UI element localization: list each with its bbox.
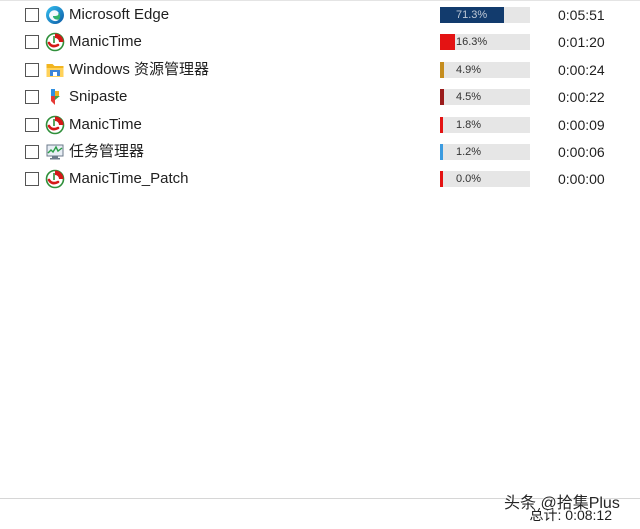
usage-percent: 1.2% [456, 145, 482, 158]
list-item[interactable]: 任务管理器 1.2% 0:00:06 [0, 139, 640, 166]
usage-bar: 1.8% [440, 116, 530, 133]
duration: 0:00:00 [558, 171, 605, 188]
usage-bar-fill [440, 61, 445, 78]
row-checkbox[interactable] [25, 90, 39, 105]
manictime-icon [45, 169, 65, 189]
duration: 0:05:51 [558, 7, 605, 23]
list-item[interactable]: Snipaste 4.5% 0:00:22 [0, 84, 640, 111]
usage-bar-fill [440, 89, 445, 106]
duration: 0:00:09 [558, 116, 605, 133]
usage-bar-fill [440, 34, 455, 51]
list-item[interactable]: ManicTime 1.8% 0:00:09 [0, 112, 640, 139]
app-name: Microsoft Edge [69, 6, 170, 23]
task-manager-icon [45, 142, 65, 162]
row-checkbox[interactable] [25, 62, 39, 77]
app-name: Snipaste [69, 88, 128, 106]
duration: 0:01:20 [558, 34, 605, 51]
row-checkbox[interactable] [25, 35, 39, 50]
list-item[interactable]: ManicTime 16.3% 0:01:20 [0, 29, 640, 56]
usage-bar: 0.0% [440, 171, 530, 188]
usage-bar: 1.2% [440, 143, 530, 160]
edge-icon [45, 5, 65, 25]
app-name: ManicTime [69, 33, 142, 51]
app-name: 任务管理器 [69, 142, 145, 160]
app-name: ManicTime [69, 115, 142, 133]
list-item[interactable]: Windows 资源管理器 4.9% 0:00:24 [0, 57, 640, 84]
folder-icon [45, 60, 65, 80]
usage-bar-fill [440, 143, 443, 160]
usage-bar-fill [440, 171, 443, 188]
list-item[interactable]: ManicTime_Patch 0.0% 0:00:00 [0, 166, 640, 193]
watermark: 头条 @拾集Plus [504, 495, 620, 512]
app-usage-list: Microsoft Edge 71.3% 0:05:51 ManicTime 1… [0, 2, 640, 194]
manictime-icon [45, 32, 65, 52]
usage-percent: 71.3% [456, 9, 488, 21]
usage-percent: 0.0% [456, 173, 482, 186]
row-checkbox[interactable] [25, 144, 39, 159]
duration: 0:00:06 [558, 143, 605, 160]
usage-percent: 4.5% [456, 91, 482, 104]
usage-bar-fill [440, 116, 443, 133]
row-checkbox[interactable] [25, 117, 39, 132]
app-name: ManicTime_Patch [69, 170, 189, 188]
usage-bar: 4.9% [440, 61, 530, 78]
app-name: Windows 资源管理器 [69, 60, 210, 78]
snipaste-icon [45, 87, 65, 107]
row-checkbox[interactable] [25, 8, 39, 22]
manictime-icon [45, 115, 65, 135]
usage-percent: 4.9% [456, 63, 482, 76]
row-checkbox[interactable] [25, 172, 39, 187]
duration: 0:00:22 [558, 89, 605, 106]
duration: 0:00:24 [558, 61, 605, 78]
usage-bar: 16.3% [440, 34, 530, 51]
list-item[interactable]: Microsoft Edge 71.3% 0:05:51 [0, 2, 640, 29]
usage-percent: 1.8% [456, 118, 482, 131]
top-divider [0, 0, 640, 1]
usage-bar: 71.3% [440, 7, 530, 23]
usage-percent: 16.3% [456, 36, 488, 49]
usage-bar: 4.5% [440, 89, 530, 106]
